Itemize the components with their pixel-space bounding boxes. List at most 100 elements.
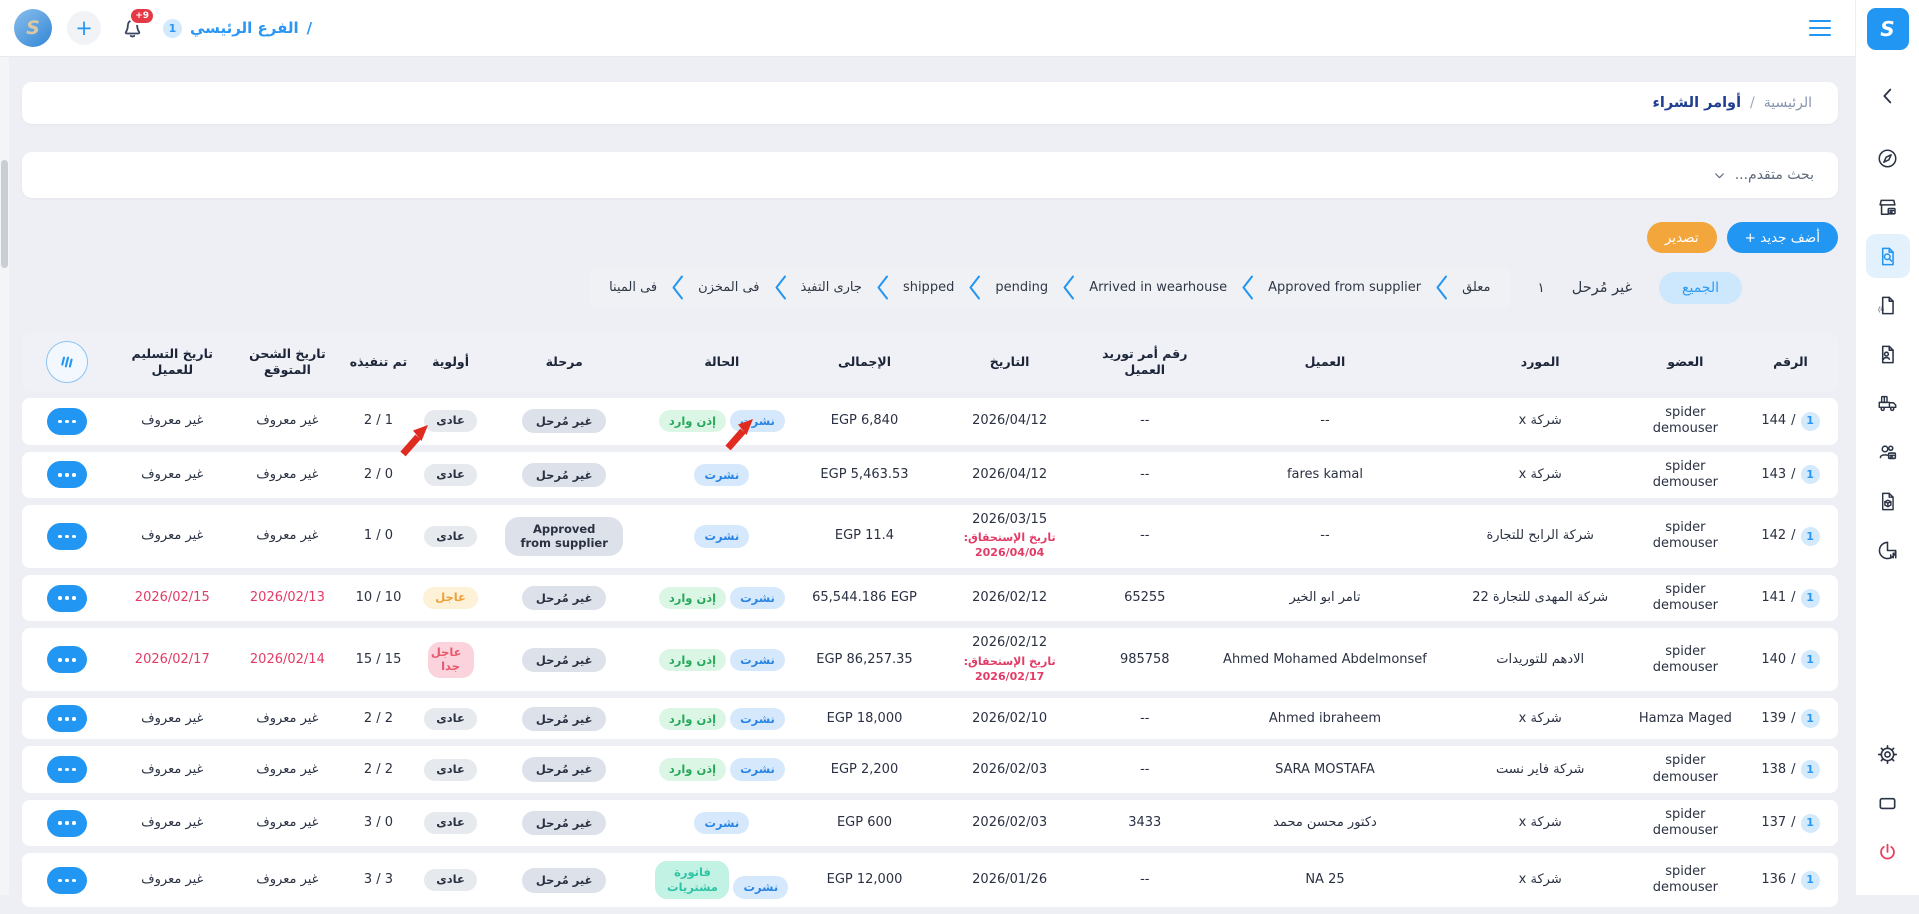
stage-cell: غير مُرحل <box>487 452 642 499</box>
sidebar-item-supplier-invoices[interactable] <box>1866 332 1910 376</box>
export-button[interactable]: تصدير <box>1647 222 1717 253</box>
status-cell: نشرتفاتورة مشتريات <box>642 853 802 907</box>
pipeline-stage[interactable]: جارى التفيذ <box>801 280 862 295</box>
pipeline-stage[interactable]: معلق <box>1462 280 1490 295</box>
pipeline-stage[interactable]: فى المينا <box>609 280 657 295</box>
executed-cell: 1 / 0 <box>342 505 414 568</box>
tab-unposted-count: ١ <box>1537 280 1544 296</box>
page-scrollbar[interactable] <box>0 57 9 895</box>
expected-ship-date-cell: غير معروف <box>232 398 342 445</box>
tab-unposted[interactable]: غير مُرحل <box>1572 280 1632 296</box>
branch-breadcrumb[interactable]: 1 الفرع الرئيسي / <box>163 19 312 38</box>
column-filter-button[interactable] <box>46 341 88 383</box>
number-cell: 140/1 <box>1743 628 1838 691</box>
executed-cell: 3 / 0 <box>342 800 414 847</box>
columns-header <box>22 333 112 391</box>
sidebar-item-settings[interactable] <box>1866 732 1910 776</box>
sidebar-item-customers[interactable] <box>1866 430 1910 474</box>
delivery-date-cell: غير معروف <box>112 746 232 793</box>
status-badge-published: نشرت <box>733 876 788 898</box>
table-row[interactable]: 142/1 spider demouser شركة الرابح للتجار… <box>22 505 1838 568</box>
status-badge-published: نشرت <box>694 464 749 486</box>
quick-add-button[interactable]: + <box>67 11 101 45</box>
table-row[interactable]: 136/1 spider demouser شركة x NA 25 -- 20… <box>22 853 1838 907</box>
row-actions-button[interactable] <box>47 461 87 488</box>
sidebar-item-purchase-orders[interactable] <box>1866 234 1910 278</box>
sidebar-item-reports[interactable] <box>1866 528 1910 572</box>
status-badge-published: نشرت <box>694 812 749 834</box>
column-header: تم تنفيذه <box>342 333 414 391</box>
notifications-button[interactable]: +9 <box>116 12 148 44</box>
table-row[interactable]: 144/1 spider demouser شركة x -- -- 2026/… <box>22 398 1838 445</box>
client-order-no-cell: -- <box>1092 452 1197 499</box>
status-badge-published: نشرت <box>730 587 785 609</box>
row-actions-button[interactable] <box>47 705 87 732</box>
total-cell: EGP 18,000 <box>802 698 927 739</box>
advanced-search-toggle[interactable]: بحث متقدم... <box>22 152 1838 198</box>
table-row[interactable]: 138/1 spider demouser شركة فاير نست SARA… <box>22 746 1838 793</box>
status-badge-purchase-invoice: فاتورة مشتريات <box>655 861 729 899</box>
branch-count-badge: 1 <box>1801 760 1820 779</box>
table-row[interactable]: 140/1 spider demouser الادهم للتوريدات A… <box>22 628 1838 691</box>
sidebar-item-inventory-invoices[interactable] <box>1866 479 1910 523</box>
pipeline-stage[interactable]: فى المخزن <box>698 280 759 295</box>
row-actions-button[interactable] <box>47 756 87 783</box>
sidebar-item-shipping[interactable] <box>1866 381 1910 425</box>
sidebar-item-invoice-info[interactable]: (i) <box>1866 283 1910 327</box>
total-cell: EGP 600 <box>802 800 927 847</box>
column-header: تاريخ الشحن المتوقع <box>232 333 342 391</box>
status-cell: نشرتإذن وارد <box>642 575 802 622</box>
member-cell: spider demouser <box>1628 800 1743 847</box>
expected-ship-date-cell: غير معروف <box>232 698 342 739</box>
scrollbar-thumb[interactable] <box>1 160 8 268</box>
table-body: 144/1 spider demouser شركة x -- -- 2026/… <box>22 398 1838 907</box>
pipeline-stage[interactable]: Approved from supplier <box>1268 280 1421 295</box>
row-actions-button[interactable] <box>47 867 87 894</box>
breadcrumb-home-link[interactable]: الرئيسية <box>1764 95 1812 111</box>
filter-bars-icon <box>57 352 77 372</box>
branch-count-badge: 1 <box>1801 709 1820 728</box>
date-cell: 2026/03/15 تاريخ الإستحقاق: 2026/04/04 <box>927 505 1092 568</box>
client-order-no-cell: 65255 <box>1092 575 1197 622</box>
table-row[interactable]: 141/1 spider demouser شركة المهدى للتجار… <box>22 575 1838 622</box>
tab-all[interactable]: الجميع <box>1659 272 1742 304</box>
client-order-no-cell: -- <box>1092 746 1197 793</box>
branch-count-badge: 1 <box>1801 814 1820 833</box>
breadcrumb-separator: / <box>1750 95 1755 111</box>
pipeline-stage[interactable]: Arrived in wearhouse <box>1089 280 1227 295</box>
notification-count-badge: +9 <box>129 7 155 25</box>
sidebar-item-screen[interactable] <box>1866 781 1910 825</box>
status-cell: نشرت <box>642 452 802 499</box>
logout-button[interactable] <box>1866 830 1910 874</box>
add-new-button[interactable]: + أضف جديد <box>1727 222 1838 253</box>
stage-badge: غير مُرحل <box>522 648 607 672</box>
chevron-left-icon <box>1877 85 1899 107</box>
row-actions-button[interactable] <box>47 408 87 435</box>
table-row[interactable]: 137/1 spider demouser شركة x دكتور محسن … <box>22 800 1838 847</box>
stage-cell: غير مُرحل <box>487 853 642 907</box>
row-actions-button[interactable] <box>47 810 87 837</box>
pipeline-chevron-icon <box>671 274 684 301</box>
branch-count-badge: 1 <box>1801 871 1820 890</box>
number-cell: 143/1 <box>1743 452 1838 499</box>
row-actions-button[interactable] <box>47 523 87 550</box>
row-actions-button[interactable] <box>47 585 87 612</box>
pipeline-stage[interactable]: shipped <box>903 280 954 295</box>
document-user-icon <box>1876 343 1899 366</box>
status-cell: نشرتإذن وارد <box>642 698 802 739</box>
sidebar-item-dashboard[interactable] <box>1866 136 1910 180</box>
table-row[interactable]: 143/1 spider demouser شركة x fares kamal… <box>22 452 1838 499</box>
row-actions-button[interactable] <box>47 646 87 673</box>
pipeline-stage[interactable]: pending <box>995 280 1048 295</box>
sidebar-item-pos[interactable] <box>1866 185 1910 229</box>
date-cell: 2026/02/03 <box>927 800 1092 847</box>
status-badge-published: نشرت <box>694 525 749 547</box>
number-cell: 139/1 <box>1743 698 1838 739</box>
stage-cell: غير مُرحل <box>487 398 642 445</box>
table-row[interactable]: 139/1 Hamza Maged شركة x Ahmed ibraheem … <box>22 698 1838 739</box>
menu-toggle-button[interactable] <box>1805 16 1835 41</box>
delivery-date-cell: غير معروف <box>112 505 232 568</box>
users-register-icon <box>1876 441 1899 464</box>
stage-badge: غير مُرحل <box>522 707 607 731</box>
sidebar-collapse-button[interactable] <box>1866 74 1910 118</box>
